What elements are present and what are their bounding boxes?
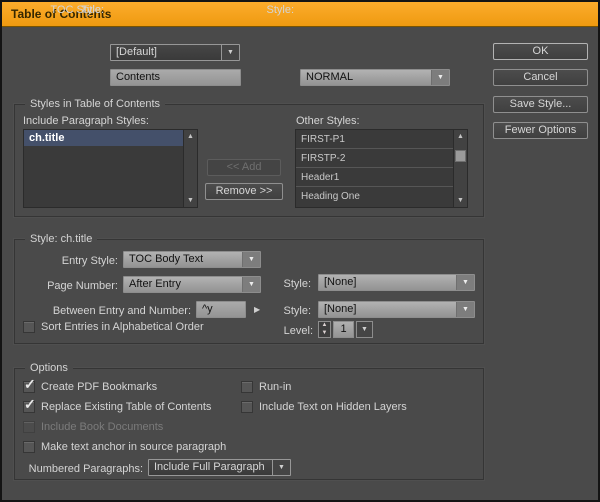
page-number-style-label: Style: bbox=[261, 276, 311, 292]
styles-group-legend: Styles in Table of Contents bbox=[25, 97, 165, 112]
title-label: Title: bbox=[2, 2, 104, 18]
scrollbar-thumb[interactable] bbox=[455, 150, 466, 162]
flyout-arrow-icon[interactable]: ▶ bbox=[254, 305, 260, 314]
add-button: << Add bbox=[207, 159, 281, 176]
chevron-down-icon: ▼ bbox=[456, 275, 474, 290]
scroll-up-icon[interactable]: ▲ bbox=[184, 130, 197, 143]
scroll-down-icon[interactable]: ▼ bbox=[454, 194, 467, 207]
toc-style-dropdown[interactable]: [Default] ▼ bbox=[110, 44, 240, 61]
between-entry-input[interactable]: ^y bbox=[196, 301, 246, 318]
run-in-label: Run-in bbox=[259, 380, 291, 394]
between-entry-label: Between Entry and Number: bbox=[15, 303, 191, 319]
level-stepper[interactable]: ▲ ▼ bbox=[318, 321, 331, 338]
run-in-checkbox[interactable] bbox=[241, 381, 253, 393]
create-pdf-bookmarks-label: Create PDF Bookmarks bbox=[41, 380, 157, 394]
options-legend: Options bbox=[25, 361, 73, 376]
chevron-down-icon: ▼ bbox=[221, 45, 239, 60]
chevron-down-icon: ▼ bbox=[456, 302, 474, 317]
include-book-documents-checkbox bbox=[23, 421, 35, 433]
spinner-down-icon[interactable]: ▼ bbox=[319, 330, 330, 338]
level-value[interactable]: 1 bbox=[333, 321, 354, 338]
title-input[interactable]: Contents bbox=[110, 69, 241, 86]
list-item[interactable]: Header1 bbox=[296, 168, 453, 187]
between-style-value: [None] bbox=[319, 302, 456, 317]
ok-button[interactable]: OK bbox=[493, 43, 588, 60]
other-styles-list[interactable]: FIRST-P1 FIRSTP-2 Header1 Heading One ▲ … bbox=[295, 129, 468, 208]
numbered-paragraphs-value: Include Full Paragraph bbox=[149, 460, 272, 475]
numbered-paragraphs-label: Numbered Paragraphs: bbox=[15, 461, 143, 477]
page-number-style-dropdown[interactable]: [None] ▼ bbox=[318, 274, 475, 291]
toc-style-value: [Default] bbox=[111, 45, 221, 60]
list-item[interactable]: Heading One bbox=[296, 187, 453, 206]
page-number-value: After Entry bbox=[124, 277, 242, 292]
style-detail-group: Style: ch.title Entry Style: TOC Body Te… bbox=[14, 239, 484, 344]
header-style-value: NORMAL bbox=[301, 70, 431, 85]
chevron-down-icon: ▼ bbox=[431, 70, 449, 85]
create-pdf-bookmarks-checkbox[interactable] bbox=[23, 381, 35, 393]
header-style-label: Style: bbox=[242, 2, 294, 18]
styles-group: Styles in Table of Contents Include Para… bbox=[14, 104, 484, 217]
header-style-dropdown[interactable]: NORMAL ▼ bbox=[300, 69, 450, 86]
between-style-label: Style: bbox=[261, 303, 311, 319]
scroll-down-icon[interactable]: ▼ bbox=[184, 194, 197, 207]
entry-style-value: TOC Body Text bbox=[124, 252, 242, 267]
include-list-scrollbar[interactable]: ▲ ▼ bbox=[183, 130, 197, 207]
include-hidden-layers-checkbox[interactable] bbox=[241, 401, 253, 413]
chevron-down-icon: ▼ bbox=[242, 277, 260, 292]
scroll-up-icon[interactable]: ▲ bbox=[454, 130, 467, 143]
chevron-down-icon: ▼ bbox=[242, 252, 260, 267]
replace-existing-toc-checkbox[interactable] bbox=[23, 401, 35, 413]
cancel-button[interactable]: Cancel bbox=[493, 69, 588, 86]
include-book-documents-label: Include Book Documents bbox=[41, 420, 163, 434]
other-list-scrollbar[interactable]: ▲ ▼ bbox=[453, 130, 467, 207]
remove-button[interactable]: Remove >> bbox=[205, 183, 283, 200]
make-text-anchor-checkbox[interactable] bbox=[23, 441, 35, 453]
page-number-dropdown[interactable]: After Entry ▼ bbox=[123, 276, 261, 293]
save-style-button[interactable]: Save Style... bbox=[493, 96, 588, 113]
style-detail-legend: Style: ch.title bbox=[25, 232, 97, 247]
toc-dialog: Table of Contents TOC Style: [Default] ▼… bbox=[0, 0, 600, 502]
list-item[interactable]: FIRST-P1 bbox=[296, 130, 453, 149]
fewer-options-button[interactable]: Fewer Options bbox=[493, 122, 588, 139]
between-style-dropdown[interactable]: [None] ▼ bbox=[318, 301, 475, 318]
options-group: Options Create PDF Bookmarks Replace Exi… bbox=[14, 368, 484, 480]
sort-entries-checkbox[interactable] bbox=[23, 321, 35, 333]
replace-existing-toc-label: Replace Existing Table of Contents bbox=[41, 400, 211, 414]
include-paragraph-styles-label: Include Paragraph Styles: bbox=[23, 113, 149, 129]
include-hidden-layers-label: Include Text on Hidden Layers bbox=[259, 400, 407, 414]
level-dropdown[interactable]: ▼ bbox=[356, 321, 373, 338]
other-styles-label: Other Styles: bbox=[296, 113, 360, 129]
chevron-down-icon: ▼ bbox=[272, 460, 290, 475]
list-item[interactable]: ch.title bbox=[24, 130, 183, 146]
page-number-label: Page Number: bbox=[15, 278, 118, 294]
include-paragraph-styles-list[interactable]: ch.title ▲ ▼ bbox=[23, 129, 198, 208]
chevron-down-icon: ▼ bbox=[361, 326, 368, 333]
spinner-up-icon[interactable]: ▲ bbox=[319, 322, 330, 330]
numbered-paragraphs-dropdown[interactable]: Include Full Paragraph ▼ bbox=[148, 459, 291, 476]
entry-style-dropdown[interactable]: TOC Body Text ▼ bbox=[123, 251, 261, 268]
level-label: Level: bbox=[263, 323, 313, 339]
list-item[interactable]: FIRSTP-2 bbox=[296, 149, 453, 168]
page-number-style-value: [None] bbox=[319, 275, 456, 290]
entry-style-label: Entry Style: bbox=[15, 253, 118, 269]
sort-entries-label: Sort Entries in Alphabetical Order bbox=[41, 320, 204, 334]
make-text-anchor-label: Make text anchor in source paragraph bbox=[41, 440, 226, 454]
